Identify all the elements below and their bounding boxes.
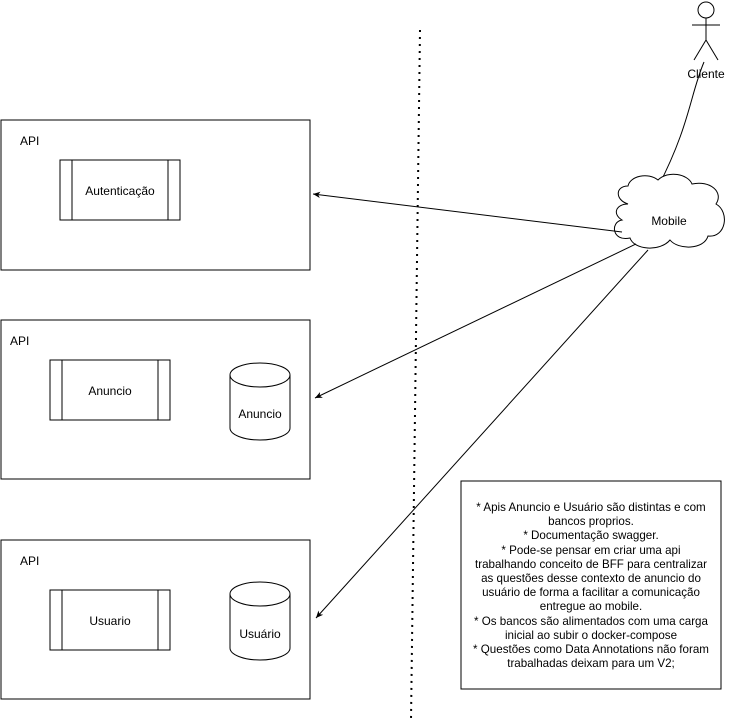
service-usuario[interactable]: Usuario bbox=[49, 589, 171, 651]
note-line: * Pode-se pensar em criar uma api bbox=[501, 543, 681, 557]
service-anuncio[interactable]: Anuncio bbox=[49, 359, 171, 421]
service-autenticacao[interactable]: Autenticação bbox=[59, 159, 181, 221]
edge-cliente-mobile[interactable] bbox=[657, 61, 705, 188]
database-usuario[interactable]: Usuário bbox=[229, 581, 291, 661]
note-line: trabalhadas deixam para um V2; bbox=[507, 657, 675, 671]
database-label: Anuncio bbox=[238, 407, 282, 421]
note-line: trabalhando conceito de BFF para central… bbox=[474, 557, 707, 571]
mobile-label: Mobile bbox=[651, 214, 687, 228]
note-line: * Documentação swagger. bbox=[523, 529, 659, 543]
api-title: API bbox=[20, 134, 39, 148]
actor-label: Cliente bbox=[687, 67, 725, 81]
api-title: API bbox=[10, 334, 29, 348]
note-line: entregue ao mobile. bbox=[539, 600, 643, 614]
service-label: Autenticação bbox=[85, 184, 155, 198]
notes-box[interactable]: * Apis Anuncio e Usuário são distintas e… bbox=[461, 481, 721, 689]
database-anuncio[interactable]: Anuncio bbox=[229, 362, 291, 441]
note-line: * Os bancos são alimentados com uma carg… bbox=[474, 614, 708, 628]
actor-cliente[interactable]: Cliente bbox=[687, 1, 725, 81]
note-line: * Questões como Data Annotations não for… bbox=[473, 643, 709, 657]
api-box-usuario[interactable]: API Usuario Usuário bbox=[0, 539, 311, 700]
service-label: Anuncio bbox=[88, 384, 132, 398]
api-box-anuncio[interactable]: API Anuncio Anuncio bbox=[0, 319, 311, 480]
note-line: inicial ao subir o docker-compose bbox=[504, 628, 678, 642]
mobile-cloud[interactable]: Mobile bbox=[614, 173, 725, 249]
edge-mobile-api-anuncio[interactable] bbox=[314, 243, 637, 399]
database-label: Usuário bbox=[239, 627, 281, 641]
note-line: * Apis Anuncio e Usuário são distintas e… bbox=[476, 501, 706, 514]
note-line: bancos proprios. bbox=[548, 515, 634, 529]
edge-mobile-api-autenticacao[interactable] bbox=[312, 191, 623, 233]
note-line: as questões desse contexto de anuncio do bbox=[481, 572, 701, 586]
api-title: API bbox=[20, 554, 39, 568]
note-line: usuário de forma a facilitar a comunicaç… bbox=[482, 586, 700, 600]
separator-line bbox=[410, 29, 421, 721]
api-box-autenticacao[interactable]: API Autenticação bbox=[0, 119, 311, 271]
service-label: Usuario bbox=[89, 614, 131, 628]
